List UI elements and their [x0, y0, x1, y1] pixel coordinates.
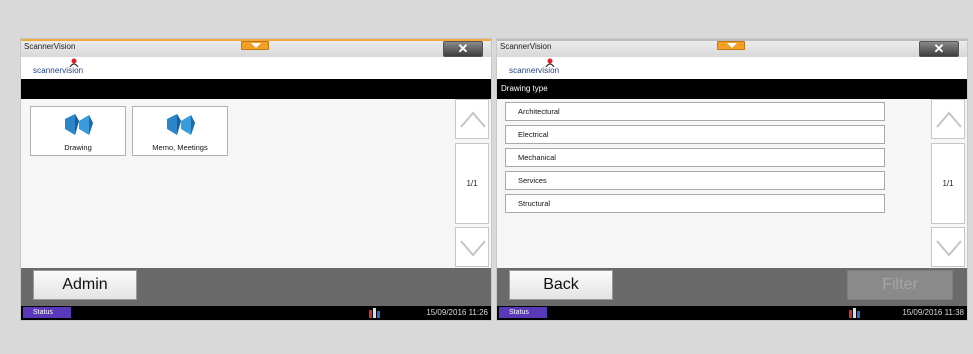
chevron-up-icon [460, 111, 486, 128]
scroll-column: 1/1 [931, 99, 967, 268]
scroll-down-button[interactable] [455, 227, 489, 267]
dropdown-toggle-button[interactable] [717, 41, 745, 50]
status-button[interactable]: Status [23, 307, 71, 318]
filter-button[interactable]: Filter [847, 270, 953, 300]
network-icon [849, 308, 860, 318]
header-title: Drawing type [501, 84, 548, 93]
logo-bar: scannervision [21, 57, 491, 79]
chevron-down-icon [460, 240, 486, 257]
right-screen: ScannerVision ✕ scannervision Drawing ty… [497, 39, 967, 320]
title-bar: ScannerVision ✕ [497, 39, 967, 57]
window-title: ScannerVision [500, 42, 552, 51]
logo-bar: scannervision [497, 57, 967, 79]
header-bar [21, 79, 491, 99]
header-bar: Drawing type [497, 79, 967, 99]
window-title: ScannerVision [24, 42, 76, 51]
network-icon [369, 308, 380, 318]
list-item-mechanical[interactable]: Mechanical [505, 148, 885, 167]
status-bar: Status 15/09/2016 11:26 [21, 306, 491, 320]
datetime: 15/09/2016 11:38 [902, 308, 964, 317]
scroll-column: 1/1 [455, 99, 491, 268]
status-bar: Status 15/09/2016 11:38 [497, 306, 967, 320]
tile-memo-meetings[interactable]: Memo, Meetings [132, 106, 228, 156]
scroll-up-button[interactable] [931, 99, 965, 139]
workflow-area: Drawing Memo, Meetings 1/1 [21, 99, 491, 268]
footer-bar: Back Filter [497, 268, 967, 306]
left-screen: ScannerVision ✕ scannervision Drawing Me… [21, 39, 491, 320]
logo-text: scannervision [509, 66, 560, 75]
list-item-architectural[interactable]: Architectural [505, 102, 885, 121]
close-button[interactable]: ✕ [919, 41, 959, 57]
folder-blue-icon [167, 114, 195, 135]
page-indicator: 1/1 [931, 143, 965, 224]
list-item-services[interactable]: Services [505, 171, 885, 190]
folder-blue-icon [65, 114, 93, 135]
chevron-down-icon [936, 240, 962, 257]
dropdown-toggle-button[interactable] [241, 41, 269, 50]
selection-list-area: Architectural Electrical Mechanical Serv… [497, 99, 967, 268]
tile-drawing[interactable]: Drawing [30, 106, 126, 156]
tile-label: Drawing [64, 143, 92, 152]
scroll-down-button[interactable] [931, 227, 965, 267]
list-item-structural[interactable]: Structural [505, 194, 885, 213]
admin-button[interactable]: Admin [33, 270, 137, 300]
back-button[interactable]: Back [509, 270, 613, 300]
logo-text: scannervision [33, 66, 84, 75]
page-indicator: 1/1 [455, 143, 489, 224]
list-item-electrical[interactable]: Electrical [505, 125, 885, 144]
title-bar: ScannerVision ✕ [21, 39, 491, 57]
chevron-up-icon [936, 111, 962, 128]
tile-label: Memo, Meetings [152, 143, 208, 152]
footer-bar: Admin [21, 268, 491, 306]
datetime: 15/09/2016 11:26 [426, 308, 488, 317]
close-button[interactable]: ✕ [443, 41, 483, 57]
scroll-up-button[interactable] [455, 99, 489, 139]
status-button[interactable]: Status [499, 307, 547, 318]
